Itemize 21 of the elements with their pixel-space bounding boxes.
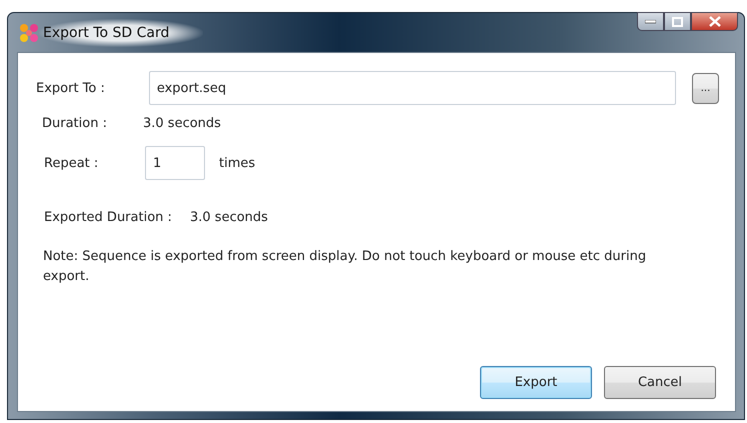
minimize-icon (645, 20, 656, 24)
field-label: Duration : (42, 116, 108, 131)
maximize-button[interactable] (664, 12, 691, 31)
note-text: Note: Sequence is exported from screen display. Do not touch keyboard or mouse etc during export. (43, 248, 648, 286)
field-label: Repeat : (44, 156, 100, 170)
repeat-field[interactable]: 1 (145, 146, 205, 180)
cancel-button[interactable]: Cancel (604, 366, 716, 399)
maximize-icon (672, 16, 683, 26)
path-field[interactable]: export.seq (148, 71, 676, 105)
field-label: Export To : (36, 80, 106, 96)
export-button[interactable]: Export (480, 366, 592, 399)
minimize-button[interactable] (637, 12, 664, 31)
close-button[interactable] (691, 12, 738, 31)
close-icon (708, 16, 722, 27)
browse-button[interactable]: ... (692, 72, 719, 104)
exported-duration-value: 3.0 seconds (190, 210, 268, 225)
unit-label: times (219, 156, 256, 170)
window-title: Export To SD Card (39, 18, 204, 46)
duration-value: 3.0 seconds (143, 116, 221, 131)
app-logo-icon (19, 22, 39, 42)
field-label: Exported Duration : (44, 210, 173, 225)
